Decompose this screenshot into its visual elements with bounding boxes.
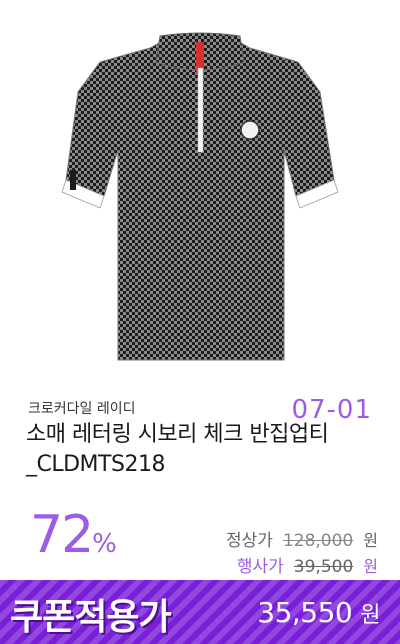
- coupon-price-value: 35,550: [257, 596, 353, 629]
- coupon-label: 쿠폰적용가: [10, 597, 172, 638]
- coupon-price-unit: 원: [360, 603, 380, 628]
- brand-name[interactable]: 크로커다일 레이디: [28, 398, 136, 418]
- normal-price-unit: 원: [363, 531, 378, 550]
- event-price-row: 행사가 39,500 원: [237, 552, 378, 577]
- coupon-price-bar[interactable]: 쿠폰적용가 35,550 원: [0, 580, 400, 644]
- event-price-unit: 원: [363, 557, 378, 576]
- event-price-label: 행사가: [236, 557, 284, 577]
- product-image[interactable]: [0, 0, 400, 390]
- discount-rate: 72%: [30, 505, 117, 574]
- event-price-value: 39,500: [293, 557, 354, 577]
- discount-unit: %: [92, 529, 117, 559]
- discount-value: 72: [30, 505, 94, 565]
- normal-price-row: 정상가 128,000 원: [226, 526, 378, 551]
- normal-price-label: 정상가: [226, 531, 273, 551]
- product-title[interactable]: 소매 레터링 시보리 체크 반집업티 _CLDMTS218: [26, 420, 376, 480]
- normal-price-value: 128,000: [282, 531, 354, 551]
- shirt-illustration: [61, 32, 339, 361]
- coupon-price: 35,550 원: [257, 596, 380, 629]
